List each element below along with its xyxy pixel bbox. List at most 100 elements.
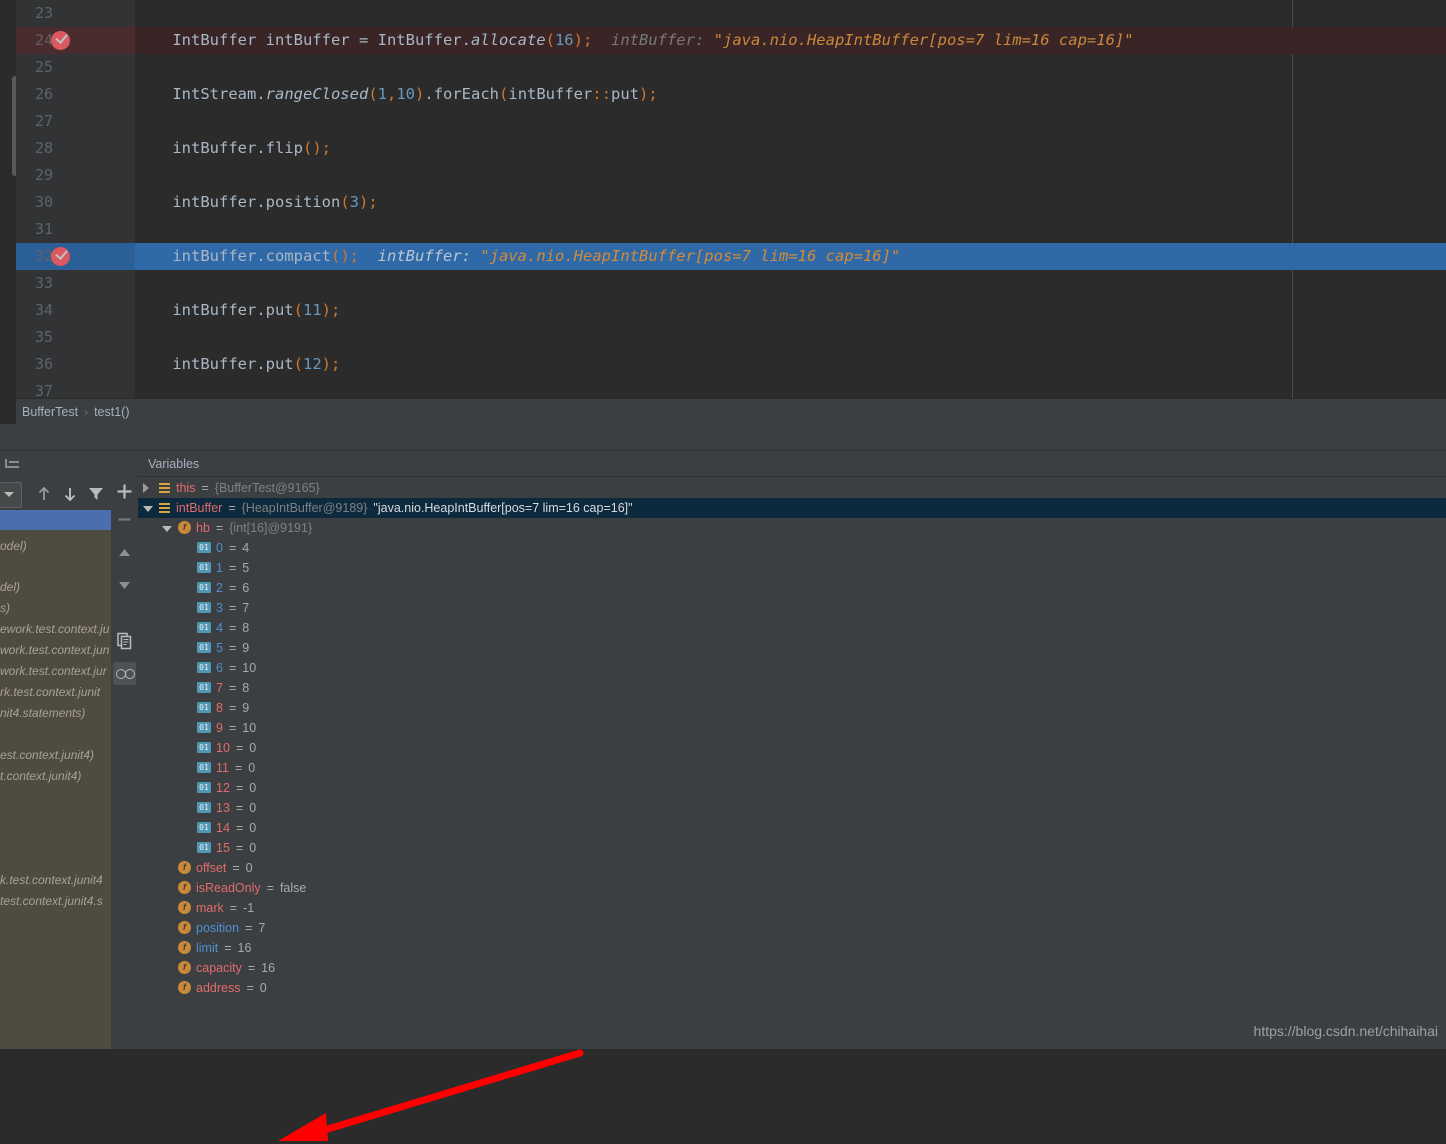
- frame-row[interactable]: test.context.junit4.s: [0, 891, 111, 912]
- primitive-int-icon: 01: [197, 562, 211, 573]
- code-line[interactable]: intBuffer.put(12);: [135, 351, 340, 378]
- object-icon: [159, 483, 170, 494]
- frame-up-button[interactable]: [33, 483, 55, 505]
- debugger-top-bar: [0, 424, 1446, 451]
- variable-row[interactable]: 01 3 = 7: [138, 598, 1446, 618]
- remove-watch-button[interactable]: [114, 509, 135, 530]
- variable-row[interactable]: f hb = {int[16]@9191}: [138, 518, 1446, 538]
- variable-row[interactable]: 01 9 = 10: [138, 718, 1446, 738]
- frame-row[interactable]: t.context.junit4): [0, 766, 111, 787]
- variable-row[interactable]: 01 15 = 0: [138, 838, 1446, 858]
- variable-row[interactable]: 01 14 = 0: [138, 818, 1446, 838]
- variable-value: 8: [242, 621, 250, 635]
- variable-name: 15: [216, 841, 230, 855]
- variable-equals-sign: =: [235, 781, 244, 795]
- variables-tree[interactable]: this = {BufferTest@9165} intBuffer = {HeapInt…: [138, 478, 1446, 1049]
- variable-equals-sign: =: [235, 821, 244, 835]
- variable-row[interactable]: 01 13 = 0: [138, 798, 1446, 818]
- chevron-down-icon[interactable]: [162, 526, 172, 532]
- breakpoint-icon[interactable]: [51, 31, 70, 50]
- code-line[interactable]: intBuffer.position(3);: [135, 189, 377, 216]
- variable-name: 12: [216, 781, 230, 795]
- variable-row[interactable]: 01 0 = 4: [138, 538, 1446, 558]
- variable-name: 8: [216, 701, 223, 715]
- variable-row[interactable]: f offset = 0: [138, 858, 1446, 878]
- frame-row[interactable]: ework.test.context.ju: [0, 619, 111, 640]
- code-line[interactable]: intBuffer.compact(); intBuffer: "java.ni…: [135, 243, 900, 270]
- variable-row[interactable]: 01 10 = 0: [138, 738, 1446, 758]
- frame-row[interactable]: nit4.statements): [0, 703, 111, 724]
- variable-equals-sign: =: [232, 861, 240, 875]
- frame-row[interactable]: work.test.context.jur: [0, 661, 111, 682]
- variable-equals-sign: =: [234, 761, 243, 775]
- frame-row[interactable]: k.test.context.junit4: [0, 870, 111, 891]
- breadcrumb-class[interactable]: BufferTest: [16, 405, 84, 419]
- filter-button[interactable]: [85, 483, 107, 505]
- breadcrumb-method[interactable]: test1(): [88, 405, 135, 419]
- variable-equals-sign: =: [228, 561, 237, 575]
- code-line[interactable]: intBuffer.put(11);: [135, 297, 340, 324]
- variable-row[interactable]: this = {BufferTest@9165}: [138, 478, 1446, 498]
- variable-value: 0: [249, 801, 257, 815]
- variable-row[interactable]: 01 6 = 10: [138, 658, 1446, 678]
- variables-pane: Variables this = {BufferTest@9165} intBuffe…: [138, 451, 1446, 1049]
- variable-row-selected[interactable]: intBuffer = {HeapIntBuffer@9189} "java.nio.…: [138, 498, 1446, 518]
- editor-fold-column[interactable]: [85, 0, 135, 398]
- frames-list[interactable]: odel) del) s) ework.test.context.ju work.tes…: [0, 510, 111, 1049]
- variable-row[interactable]: f capacity = 16: [138, 958, 1446, 978]
- breadcrumb[interactable]: BufferTest › test1(): [16, 398, 1446, 425]
- frames-pane[interactable]: odel) del) s) ework.test.context.ju work.tes…: [0, 477, 111, 1049]
- variable-value: 5: [242, 561, 250, 575]
- line-number: 23: [34, 4, 53, 22]
- variable-equals-sign: =: [228, 661, 237, 675]
- variable-name: 14: [216, 821, 230, 835]
- variable-row[interactable]: 01 7 = 8: [138, 678, 1446, 698]
- thread-selector-dropdown[interactable]: [0, 482, 22, 508]
- frame-row[interactable]: work.test.context.jun: [0, 640, 111, 661]
- variable-row[interactable]: 01 4 = 8: [138, 618, 1446, 638]
- code-editor[interactable]: 23 24 IntBuffer intBuffer = IntBuffer.all…: [0, 0, 1446, 398]
- variable-value: 6: [242, 581, 250, 595]
- watches-toggle-button[interactable]: [113, 662, 136, 685]
- code-line[interactable]: IntBuffer intBuffer = IntBuffer.allocate…: [135, 27, 1133, 54]
- variable-row[interactable]: 01 8 = 9: [138, 698, 1446, 718]
- line-number: 27: [34, 112, 53, 130]
- code-line[interactable]: IntStream.rangeClosed(1,10).forEach(intB…: [135, 81, 657, 108]
- editor-left-edge: [0, 398, 16, 424]
- variable-row[interactable]: f mark = -1: [138, 898, 1446, 918]
- variable-row[interactable]: f address = 0: [138, 978, 1446, 998]
- variable-row[interactable]: f limit = 16: [138, 938, 1446, 958]
- move-up-button[interactable]: [114, 543, 135, 564]
- variable-row[interactable]: 01 12 = 0: [138, 778, 1446, 798]
- frame-row[interactable]: rk.test.context.junit: [0, 682, 111, 703]
- frame-row[interactable]: est.context.junit4): [0, 745, 111, 766]
- layout-settings-icon[interactable]: [5, 456, 22, 469]
- copy-value-button[interactable]: [114, 630, 135, 651]
- variable-row[interactable]: f position = 7: [138, 918, 1446, 938]
- variable-equals-sign: =: [247, 961, 256, 975]
- variable-row[interactable]: 01 11 = 0: [138, 758, 1446, 778]
- chevron-down-icon[interactable]: [143, 506, 153, 512]
- variable-row[interactable]: 01 2 = 6: [138, 578, 1446, 598]
- variable-equals-sign: =: [228, 541, 237, 555]
- variable-name: this: [176, 481, 196, 495]
- tab-variables[interactable]: Variables: [138, 451, 1446, 477]
- field-icon: f: [178, 861, 191, 874]
- variable-value: 8: [242, 681, 250, 695]
- frame-down-button[interactable]: [59, 483, 81, 505]
- chevron-right-icon[interactable]: [143, 483, 149, 493]
- add-watch-button[interactable]: [114, 481, 135, 502]
- variable-name: 1: [216, 561, 223, 575]
- frame-row[interactable]: del): [0, 577, 111, 598]
- variable-equals-sign: =: [224, 941, 232, 955]
- frame-row[interactable]: s): [0, 598, 111, 619]
- frame-row[interactable]: odel): [0, 536, 111, 557]
- breakpoint-icon[interactable]: [51, 247, 70, 266]
- variable-row[interactable]: 01 5 = 9: [138, 638, 1446, 658]
- variable-row[interactable]: 01 1 = 5: [138, 558, 1446, 578]
- field-icon: f: [178, 981, 191, 994]
- frame-selected-row[interactable]: [0, 510, 111, 530]
- variable-row[interactable]: f isReadOnly = false: [138, 878, 1446, 898]
- move-down-button[interactable]: [114, 575, 135, 596]
- code-line[interactable]: intBuffer.flip();: [135, 135, 331, 162]
